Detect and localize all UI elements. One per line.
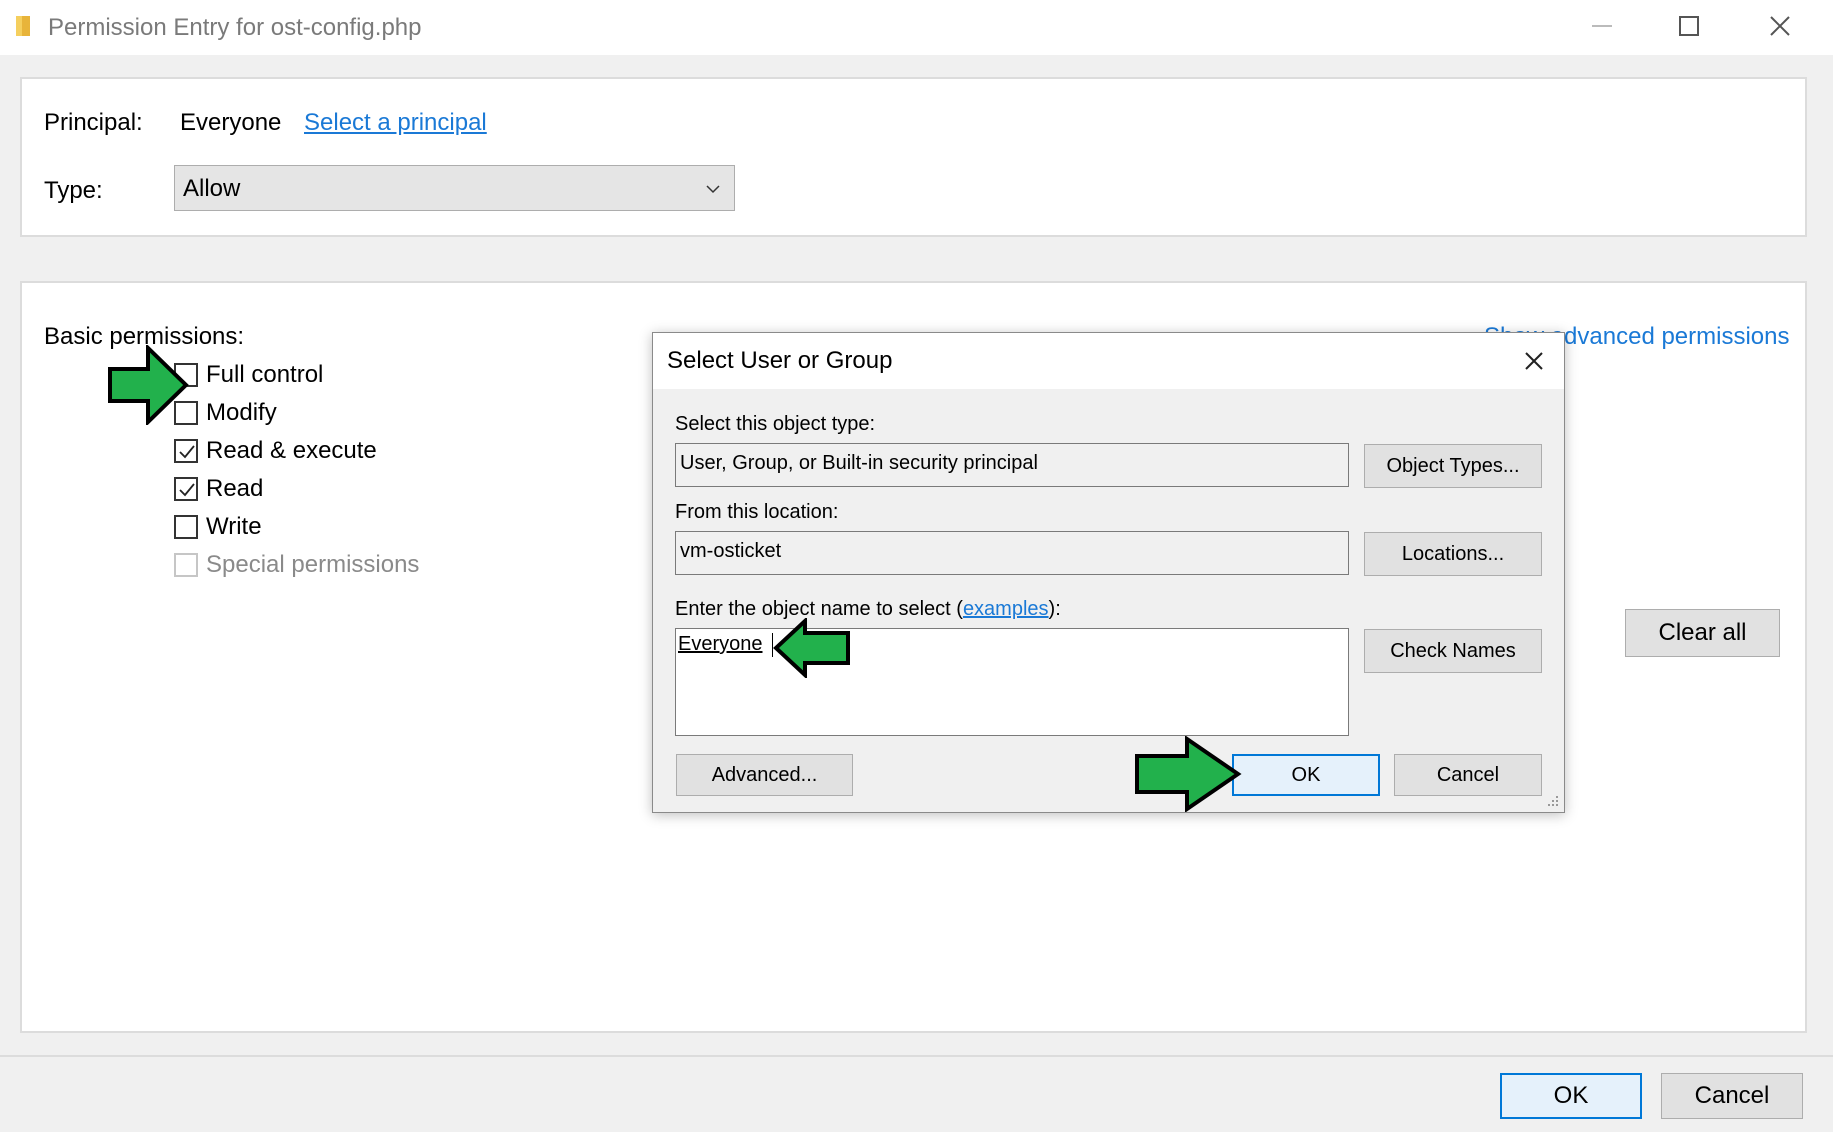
dialog-cancel-button[interactable]: Cancel [1394, 754, 1542, 796]
dialog-title: Select User or Group [667, 347, 893, 374]
location-field: vm-osticket [675, 531, 1349, 575]
dialog-title-bar: Select User or Group [653, 333, 1564, 389]
dialog-ok-button[interactable]: OK [1232, 754, 1380, 796]
type-label: Type: [44, 177, 103, 204]
locations-button[interactable]: Locations... [1364, 532, 1542, 576]
resize-grip-icon[interactable] [1544, 792, 1560, 808]
enter-name-prefix: Enter the object name to select ( [675, 598, 963, 620]
type-dropdown[interactable]: Allow [174, 165, 735, 211]
permission-read-execute[interactable]: Read & execute [174, 435, 377, 467]
permission-label: Write [206, 513, 262, 540]
chevron-down-icon [706, 185, 720, 194]
object-type-label: Select this object type: [675, 413, 876, 435]
enter-name-suffix: ): [1048, 598, 1061, 620]
checkmark-icon [179, 483, 195, 497]
select-user-dialog: Select User or Group Select this object … [652, 332, 1565, 813]
enter-name-label: Enter the object name to select (example… [675, 598, 1061, 621]
close-icon[interactable] [1518, 345, 1550, 377]
principal-panel: Principal: Everyone Select a principal T… [20, 77, 1807, 237]
permission-label: Full control [206, 361, 324, 388]
permission-write[interactable]: Write [174, 511, 262, 543]
cancel-button[interactable]: Cancel [1661, 1073, 1803, 1119]
footer-bar: OK Cancel [0, 1055, 1833, 1132]
annotation-arrow-icon [108, 345, 189, 425]
select-principal-link[interactable]: Select a principal [304, 109, 487, 137]
annotation-arrow-icon [1135, 736, 1242, 812]
folder-icon [16, 16, 30, 36]
location-value: vm-osticket [680, 540, 782, 562]
close-icon[interactable] [1748, 4, 1812, 48]
permission-label: Read [206, 475, 264, 502]
checkbox-disabled [174, 553, 198, 577]
title-bar: Permission Entry for ost-config.php [0, 0, 1833, 55]
type-selected-value: Allow [183, 175, 241, 202]
check-names-button[interactable]: Check Names [1364, 629, 1542, 673]
principal-label: Principal: [44, 109, 143, 136]
annotation-arrow-icon [773, 618, 850, 678]
permission-full-control[interactable]: Full control [174, 359, 323, 391]
clear-all-button[interactable]: Clear all [1625, 609, 1780, 657]
window-title: Permission Entry for ost-config.php [48, 14, 422, 41]
object-types-button[interactable]: Object Types... [1364, 444, 1542, 488]
advanced-button[interactable]: Advanced... [676, 754, 853, 796]
principal-value: Everyone [180, 109, 282, 136]
object-name-value: Everyone [678, 633, 763, 655]
minimize-icon[interactable] [1570, 4, 1634, 48]
location-label: From this location: [675, 501, 839, 523]
permission-read[interactable]: Read [174, 473, 263, 505]
checkbox-checked[interactable] [174, 439, 198, 463]
permission-special: Special permissions [174, 549, 419, 581]
permission-label: Modify [206, 399, 277, 426]
object-type-field: User, Group, or Built-in security princi… [675, 443, 1349, 487]
checkbox[interactable] [174, 515, 198, 539]
permission-label: Read & execute [206, 437, 377, 464]
ok-button[interactable]: OK [1500, 1073, 1642, 1119]
checkbox-checked[interactable] [174, 477, 198, 501]
checkmark-icon [179, 445, 195, 459]
examples-link[interactable]: examples [963, 598, 1049, 620]
object-type-value: User, Group, or Built-in security princi… [680, 452, 1038, 474]
permission-label: Special permissions [206, 551, 420, 578]
maximize-icon[interactable] [1656, 4, 1720, 48]
